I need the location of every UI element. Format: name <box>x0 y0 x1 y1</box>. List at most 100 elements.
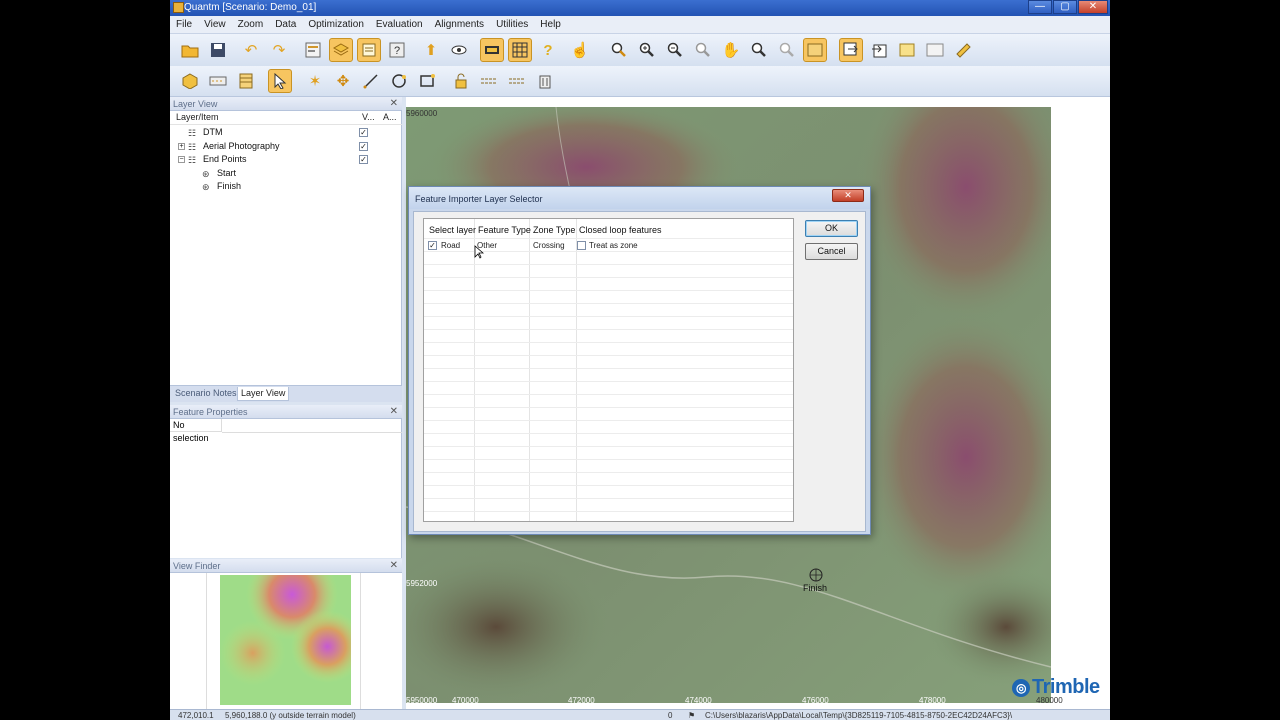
circle-icon[interactable] <box>387 69 411 93</box>
align2-icon[interactable] <box>505 69 529 93</box>
terrain-icon[interactable] <box>480 38 504 62</box>
column-closed-loop[interactable]: Closed loop features <box>579 225 662 235</box>
note-icon[interactable] <box>895 38 919 62</box>
layer-row-finish[interactable]: ⊛ Finish <box>170 180 402 193</box>
layer-visible-checkbox[interactable]: ✓ <box>359 155 368 164</box>
box-icon[interactable] <box>178 69 202 93</box>
zoom-extent-icon[interactable] <box>691 38 715 62</box>
grid-divider <box>424 368 793 369</box>
grid-divider <box>424 316 793 317</box>
title-bar: Quantm [Scenario: Demo_01] — ▢ ✕ <box>170 0 1110 16</box>
save-icon[interactable] <box>206 38 230 62</box>
close-button[interactable]: ✕ <box>1078 0 1108 14</box>
column-zone-type[interactable]: Zone Type <box>533 225 575 235</box>
zoom-previous-icon[interactable] <box>775 38 799 62</box>
import-icon[interactable] <box>839 38 863 62</box>
menu-help[interactable]: Help <box>534 16 567 33</box>
up-arrow-icon[interactable]: ⬆ <box>419 38 443 62</box>
zoom-window-icon[interactable] <box>747 38 771 62</box>
trimble-logo: ◎ Trimble <box>1012 676 1100 699</box>
collapse-icon[interactable]: − <box>178 156 185 163</box>
column-layer-item[interactable]: Layer/Item <box>176 112 219 122</box>
maximize-button[interactable]: ▢ <box>1053 0 1077 14</box>
align-icon[interactable] <box>477 69 501 93</box>
map-frame-icon[interactable] <box>803 38 827 62</box>
zoom-minus-icon[interactable] <box>663 38 687 62</box>
cancel-button[interactable]: Cancel <box>805 243 858 260</box>
layer-row-dtm[interactable]: ☷ DTM ✓ <box>170 126 402 139</box>
grid-divider <box>424 511 793 512</box>
scenario-icon[interactable] <box>301 38 325 62</box>
column-visible[interactable]: V... <box>362 112 375 122</box>
grid-divider <box>424 498 793 499</box>
layer-row-end-points[interactable]: − ☷ End Points ✓ <box>170 153 402 166</box>
layer-row-aerial-photography[interactable]: + ☷ Aerial Photography ✓ <box>170 140 402 153</box>
layer-row-start[interactable]: ⊛ Start <box>170 167 402 180</box>
app-icon <box>173 2 184 13</box>
move-icon[interactable]: ✥ <box>331 69 355 93</box>
menu-view[interactable]: View <box>198 16 232 33</box>
grid-divider <box>424 407 793 408</box>
line-icon[interactable] <box>359 69 383 93</box>
zoom-in-icon[interactable] <box>607 38 631 62</box>
layers-icon[interactable] <box>329 38 353 62</box>
hand-pointer-icon[interactable]: ☝ <box>568 38 592 62</box>
status-path: C:\Users\blazaris\AppData\Local\Temp\{3D… <box>705 711 1013 720</box>
menu-alignments[interactable]: Alignments <box>429 16 490 33</box>
view-eye-icon[interactable] <box>447 38 471 62</box>
undo-icon[interactable]: ↶ <box>239 38 263 62</box>
feature-properties-close-icon[interactable]: ✕ <box>390 405 398 419</box>
table-icon[interactable] <box>234 69 258 93</box>
minimize-button[interactable]: — <box>1028 0 1052 14</box>
feature-properties-value: No selection <box>170 419 222 443</box>
layer-name-cell: Road <box>441 241 461 250</box>
redo-icon[interactable]: ↷ <box>267 38 291 62</box>
points-layer-icon: ☷ <box>188 155 197 165</box>
star-icon[interactable]: ✶ <box>303 69 327 93</box>
column-feature-type[interactable]: Feature Type <box>478 225 531 235</box>
menu-zoom[interactable]: Zoom <box>232 16 270 33</box>
delete-icon[interactable] <box>533 69 557 93</box>
open-folder-icon[interactable] <box>178 38 202 62</box>
menu-data[interactable]: Data <box>269 16 302 33</box>
help-icon[interactable]: ? <box>385 38 409 62</box>
grid-divider <box>424 342 793 343</box>
properties-icon[interactable] <box>357 38 381 62</box>
menu-bar: File View Zoom Data Optimization Evaluation Al… <box>170 16 1110 34</box>
window-controls: — ▢ ✕ <box>1027 0 1108 15</box>
select-layer-checkbox[interactable]: ✓ <box>428 241 437 250</box>
layer-view-close-icon[interactable]: ✕ <box>390 97 398 111</box>
menu-utilities[interactable]: Utilities <box>490 16 534 33</box>
menu-optimization[interactable]: Optimization <box>302 16 370 33</box>
view-finder-map[interactable] <box>170 573 402 709</box>
zoom-plus-icon[interactable] <box>635 38 659 62</box>
pan-hand-icon[interactable]: ✋ <box>719 38 743 62</box>
x-label: 478000 <box>919 696 946 705</box>
menu-file[interactable]: File <box>170 16 198 33</box>
main-toolbar: ↶ ↷ ? ⬆ ? ☝ ✋ <box>170 34 1110 67</box>
window-icon[interactable] <box>923 38 947 62</box>
road-icon[interactable] <box>206 69 230 93</box>
zone-type-cell[interactable]: Crossing <box>533 241 565 250</box>
layer-visible-checkbox[interactable]: ✓ <box>359 128 368 137</box>
column-active[interactable]: A... <box>383 112 397 122</box>
x-label: 470000 <box>452 696 479 705</box>
layer-label: DTM <box>203 127 223 137</box>
ok-button[interactable]: OK <box>805 220 858 237</box>
treat-as-zone-checkbox[interactable] <box>577 241 586 250</box>
export-icon[interactable] <box>867 38 891 62</box>
grid-icon[interactable] <box>508 38 532 62</box>
view-finder-close-icon[interactable]: ✕ <box>390 559 398 573</box>
menu-evaluation[interactable]: Evaluation <box>370 16 429 33</box>
column-select-layer[interactable]: Select layer <box>429 225 476 235</box>
lock-icon[interactable] <box>449 69 473 93</box>
ruler-icon[interactable] <box>951 38 975 62</box>
expand-icon[interactable]: + <box>178 143 185 150</box>
question-icon[interactable]: ? <box>536 38 560 62</box>
tab-scenario-notes[interactable]: Scenario Notes <box>172 387 240 400</box>
layer-visible-checkbox[interactable]: ✓ <box>359 142 368 151</box>
dialog-close-button[interactable]: ✕ <box>832 189 864 202</box>
select-arrow-icon[interactable] <box>268 69 292 93</box>
tab-layer-view[interactable]: Layer View <box>237 387 290 401</box>
rectangle-icon[interactable] <box>415 69 439 93</box>
